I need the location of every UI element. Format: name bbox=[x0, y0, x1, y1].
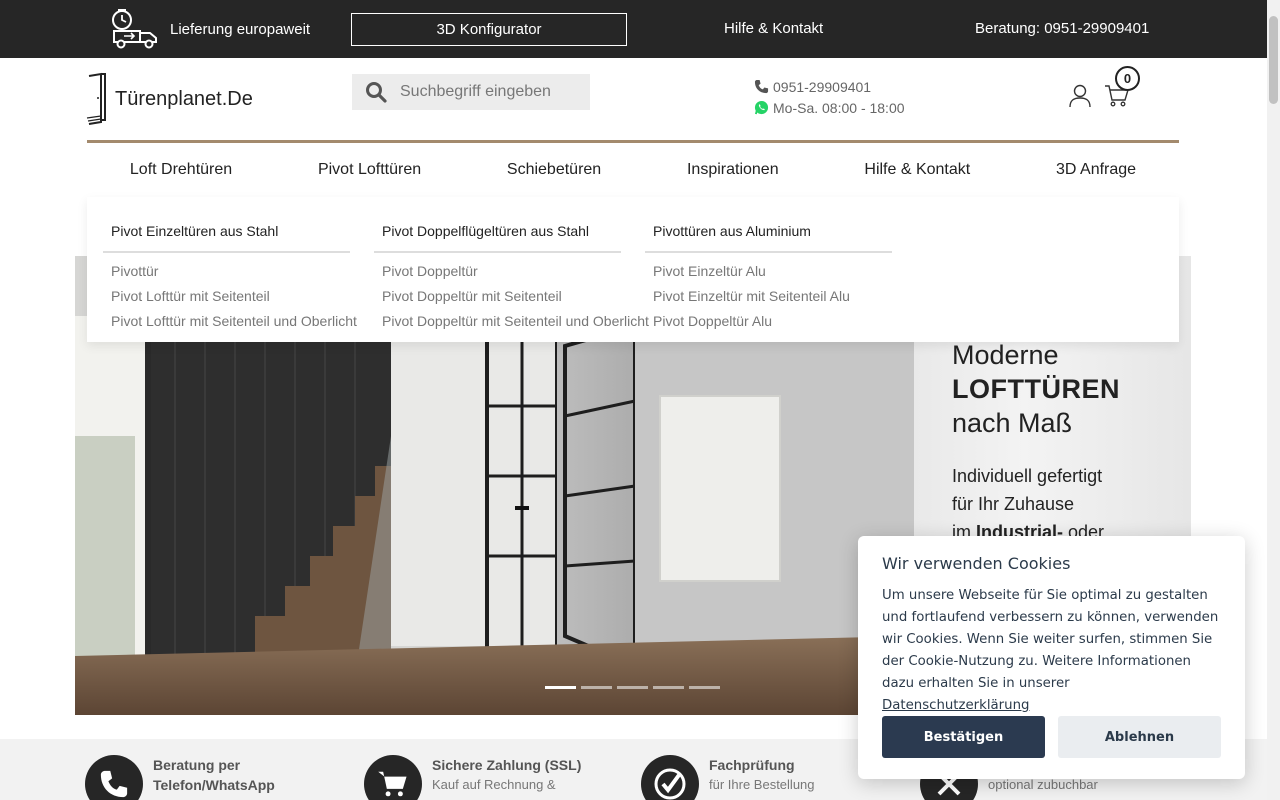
feature-description: Kauf auf Rechnung & bbox=[432, 777, 556, 792]
decline-cookies-button[interactable]: Ablehnen bbox=[1058, 716, 1221, 758]
checkmark-icon bbox=[641, 755, 699, 800]
logo-text: Türenplanet.De bbox=[115, 87, 253, 110]
hero-heading-line2: LOFTTÜREN bbox=[952, 374, 1120, 404]
slider-dot[interactable] bbox=[545, 686, 576, 689]
mega-menu-heading[interactable]: Pivot Einzeltüren aus Stahl bbox=[103, 223, 350, 253]
cart-count-badge: 0 bbox=[1115, 66, 1140, 91]
nav-pivot-lofttueren[interactable]: Pivot Lofttüren bbox=[318, 161, 421, 179]
cookie-body: Um unsere Webseite für Sie optimal zu ge… bbox=[882, 588, 1219, 691]
mega-menu-column: Pivot Doppelflügeltüren aus Stahl Pivot … bbox=[374, 223, 649, 334]
slider-dot[interactable] bbox=[617, 686, 648, 689]
slider-dot[interactable] bbox=[689, 686, 720, 689]
mega-menu-item[interactable]: Pivot Doppeltür bbox=[382, 259, 649, 284]
hero-sub-line1: Individuell gefertigt bbox=[952, 466, 1103, 486]
hero-sub-line2: für Ihr Zuhause bbox=[952, 494, 1075, 514]
site-logo[interactable]: Türenplanet.De bbox=[85, 72, 253, 126]
top-bar: Lieferung europaweit 3D Konfigurator Hil… bbox=[0, 0, 1267, 58]
opening-hours: Mo-Sa. 08:00 - 18:00 bbox=[773, 99, 905, 116]
mega-menu-item[interactable]: Pivottür bbox=[111, 259, 357, 284]
header-divider bbox=[87, 140, 1179, 143]
feature-title: Beratung per bbox=[153, 757, 241, 773]
header-phone[interactable]: 0951-29909401 bbox=[773, 79, 871, 95]
cookie-title: Wir verwenden Cookies bbox=[882, 554, 1071, 573]
mega-menu-column: Pivottüren aus Aluminium Pivot Einzeltür… bbox=[645, 223, 892, 334]
contact-info: 0951-29909401 Mo-Sa. 08:00 - 18:00 bbox=[754, 76, 905, 118]
hero-heading-line1: Moderne bbox=[952, 340, 1059, 370]
accept-cookies-button[interactable]: Bestätigen bbox=[882, 716, 1045, 758]
main-navigation: Loft Drehtüren Pivot Lofttüren Schiebetü… bbox=[87, 148, 1179, 192]
feature-title: Telefon/WhatsApp bbox=[153, 777, 275, 793]
feature-item: Sichere Zahlung (SSL) Kauf auf Rechnung … bbox=[364, 755, 581, 800]
slider-dot[interactable] bbox=[581, 686, 612, 689]
mega-menu-column: Pivot Einzeltüren aus Stahl Pivottür Piv… bbox=[103, 223, 357, 334]
mega-menu-item[interactable]: Pivot Lofttür mit Seitenteil und Oberlic… bbox=[111, 309, 357, 334]
search-icon[interactable] bbox=[365, 81, 387, 103]
hero-heading-line3: nach Maß bbox=[952, 408, 1073, 438]
feature-description: für Ihre Bestellung bbox=[709, 777, 815, 792]
delivery-label: Lieferung europaweit bbox=[170, 20, 311, 38]
door-logo-icon bbox=[86, 72, 106, 125]
slider-dot[interactable] bbox=[653, 686, 684, 689]
hero-heading: Moderne LOFTTÜREN nach Maß bbox=[952, 338, 1120, 440]
delivery-truck-icon bbox=[112, 9, 157, 49]
mega-menu-heading[interactable]: Pivottüren aus Aluminium bbox=[645, 223, 892, 253]
mega-menu-item[interactable]: Pivot Doppeltür mit Seitenteil und Oberl… bbox=[382, 309, 649, 334]
nav-inspirationen[interactable]: Inspirationen bbox=[687, 161, 779, 179]
mega-menu-item[interactable]: Pivot Einzeltür Alu bbox=[653, 259, 892, 284]
shopping-cart-icon bbox=[364, 755, 422, 800]
mega-menu-dropdown: Pivot Einzeltüren aus Stahl Pivottür Piv… bbox=[87, 197, 1179, 342]
help-contact-link[interactable]: Hilfe & Kontakt bbox=[724, 20, 823, 37]
scrollbar-thumb[interactable] bbox=[1269, 16, 1278, 104]
phone-icon bbox=[754, 79, 769, 94]
cookie-consent-dialog: Wir verwenden Cookies Um unsere Webseite… bbox=[858, 536, 1245, 779]
consultation-phone[interactable]: Beratung: 0951-29909401 bbox=[975, 20, 1149, 37]
nav-schiebetueren[interactable]: Schiebetüren bbox=[507, 161, 601, 179]
nav-hilfe-kontakt[interactable]: Hilfe & Kontakt bbox=[864, 161, 970, 179]
whatsapp-icon bbox=[754, 100, 769, 115]
feature-item: Beratung per Telefon/WhatsApp bbox=[85, 755, 275, 800]
phone-icon bbox=[85, 755, 143, 800]
slider-pagination bbox=[545, 686, 720, 689]
cookie-text: Um unsere Webseite für Sie optimal zu ge… bbox=[882, 585, 1221, 717]
privacy-policy-link[interactable]: Datenschutzerklärung bbox=[882, 698, 1029, 713]
feature-title: Fachprüfung bbox=[709, 757, 795, 773]
nav-loft-drehtueren[interactable]: Loft Drehtüren bbox=[130, 161, 232, 179]
page-scrollbar[interactable] bbox=[1267, 0, 1280, 800]
mega-menu-item[interactable]: Pivot Lofttür mit Seitenteil bbox=[111, 284, 357, 309]
konfigurator-button[interactable]: 3D Konfigurator bbox=[351, 13, 627, 46]
feature-item: Fachprüfung für Ihre Bestellung bbox=[641, 755, 815, 800]
search-input[interactable] bbox=[400, 83, 580, 101]
mega-menu-heading[interactable]: Pivot Doppelflügeltüren aus Stahl bbox=[374, 223, 621, 253]
mega-menu-item[interactable]: Pivot Doppeltür Alu bbox=[653, 309, 892, 334]
mega-menu-item[interactable]: Pivot Doppeltür mit Seitenteil bbox=[382, 284, 649, 309]
delivery-info: Lieferung europaweit bbox=[110, 9, 310, 49]
mega-menu-item[interactable]: Pivot Einzeltür mit Seitenteil Alu bbox=[653, 284, 892, 309]
hero-subtext: Individuell gefertigt für Ihr Zuhause im… bbox=[952, 462, 1104, 546]
search-bar[interactable] bbox=[352, 74, 590, 110]
feature-title: Sichere Zahlung (SSL) bbox=[432, 757, 582, 773]
nav-3d-anfrage[interactable]: 3D Anfrage bbox=[1056, 161, 1136, 179]
user-account-icon[interactable] bbox=[1069, 84, 1091, 108]
